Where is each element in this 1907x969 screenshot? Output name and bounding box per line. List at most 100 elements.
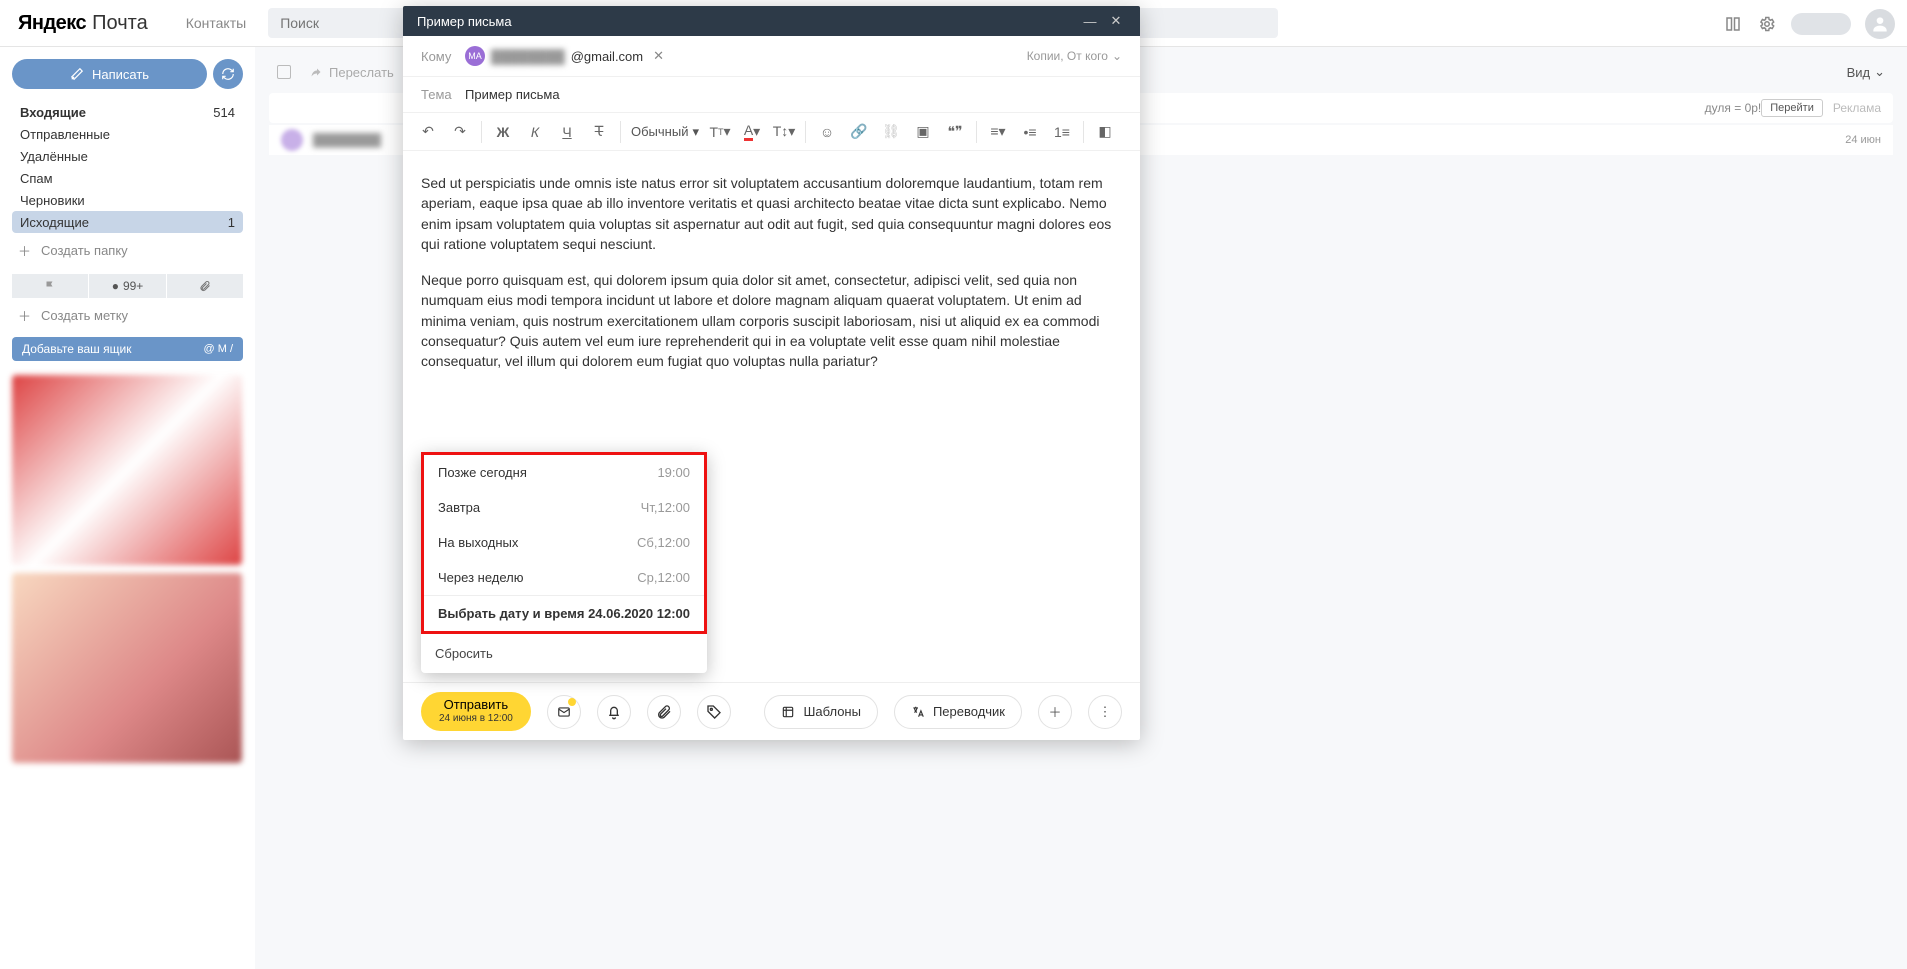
schedule-pick-datetime[interactable]: Выбрать дату и время24.06.2020 12:00 bbox=[424, 596, 704, 631]
create-label[interactable]: ＋ Создать метку bbox=[12, 298, 243, 333]
folder-outbox[interactable]: Исходящие1 bbox=[12, 211, 243, 233]
mailbox-icons: @ M / bbox=[204, 343, 234, 355]
translate-icon bbox=[911, 705, 925, 719]
promo-text: дуля = 0р! bbox=[1705, 101, 1762, 115]
compose-titlebar[interactable]: Пример письма — ✕ bbox=[403, 6, 1140, 36]
body-para-2: Neque porro quisquam est, qui dolorem ip… bbox=[421, 270, 1122, 371]
recipient-email: @gmail.com bbox=[571, 49, 643, 64]
align-button[interactable]: ≡▾ bbox=[987, 121, 1009, 143]
text-color-button[interactable]: A▾ bbox=[741, 121, 763, 143]
recipient-avatar: MA bbox=[465, 46, 485, 66]
folder-list: Входящие514 Отправленные Удалённые Спам … bbox=[12, 101, 243, 233]
schedule-reset[interactable]: Сбросить bbox=[421, 634, 707, 673]
bullet-list-button[interactable]: •≡ bbox=[1019, 121, 1041, 143]
undo-button[interactable]: ↶ bbox=[417, 121, 439, 143]
refresh-icon bbox=[221, 67, 235, 81]
mini-row: ● 99+ bbox=[12, 274, 243, 298]
cc-toggle[interactable]: Копии, От кого ⌄ bbox=[1027, 49, 1122, 63]
schedule-later-today[interactable]: Позже сегодня19:00 bbox=[424, 455, 704, 490]
body-para-1: Sed ut perspiciatis unde omnis iste natu… bbox=[421, 173, 1122, 254]
schedule-tomorrow[interactable]: ЗавтраЧт,12:00 bbox=[424, 490, 704, 525]
create-folder[interactable]: ＋ Создать папку bbox=[12, 233, 243, 268]
attach-button[interactable] bbox=[647, 695, 681, 729]
schedule-popover: Позже сегодня19:00 ЗавтраЧт,12:00 На вых… bbox=[421, 452, 707, 673]
ad-label: Реклама bbox=[1833, 101, 1881, 115]
promo-goto[interactable]: Перейти bbox=[1761, 99, 1823, 117]
compose-row: Написать bbox=[12, 59, 243, 89]
view-toggle[interactable]: Вид ⌄ bbox=[1847, 64, 1885, 80]
ad-image-1[interactable] bbox=[12, 375, 242, 565]
forward-icon bbox=[309, 66, 323, 78]
compose-footer: Отправить 24 июня в 12:00 Шаблоны Перево… bbox=[403, 682, 1140, 740]
layout-icon[interactable] bbox=[1723, 14, 1743, 34]
close-button[interactable]: ✕ bbox=[1106, 11, 1126, 31]
forward-button[interactable]: Переслать bbox=[309, 65, 394, 80]
avatar[interactable] bbox=[1865, 9, 1895, 39]
paperclip-icon bbox=[656, 704, 672, 720]
quote-button[interactable]: ❝❞ bbox=[944, 121, 966, 143]
message-date: 24 июн bbox=[1845, 134, 1881, 146]
account-pill[interactable] bbox=[1791, 13, 1851, 35]
label-button[interactable] bbox=[697, 695, 731, 729]
add-mailbox[interactable]: Добавьте ваш ящик @ M / bbox=[12, 337, 243, 361]
gear-icon[interactable] bbox=[1757, 14, 1777, 34]
font-size-button[interactable]: TT▾ bbox=[709, 121, 731, 143]
mini-unread[interactable]: ● 99+ bbox=[89, 274, 166, 298]
number-list-button[interactable]: 1≡ bbox=[1051, 121, 1073, 143]
remove-recipient[interactable]: ✕ bbox=[653, 48, 664, 64]
chevron-down-icon: ⌄ bbox=[1112, 49, 1122, 63]
header-right bbox=[1723, 0, 1895, 47]
clear-format-button[interactable]: ◧ bbox=[1094, 121, 1116, 143]
mini-attach[interactable] bbox=[167, 274, 243, 298]
link-button[interactable]: 🔗 bbox=[848, 121, 870, 143]
image-button[interactable]: ▣ bbox=[912, 121, 934, 143]
to-label: Кому bbox=[421, 49, 465, 64]
plus-icon: ＋ bbox=[18, 306, 31, 325]
select-all-checkbox[interactable] bbox=[277, 65, 291, 79]
compose-title: Пример письма bbox=[417, 14, 1074, 29]
redo-button[interactable]: ↷ bbox=[449, 121, 471, 143]
more-button[interactable]: ⋮ bbox=[1088, 695, 1122, 729]
style-select[interactable]: Обычный ▾ bbox=[631, 124, 699, 140]
refresh-button[interactable] bbox=[213, 59, 243, 89]
minimize-button[interactable]: — bbox=[1080, 11, 1100, 31]
folder-trash[interactable]: Удалённые bbox=[12, 145, 243, 167]
sidebar: Написать Входящие514 Отправленные Удалён… bbox=[0, 47, 255, 969]
ad-block bbox=[12, 375, 243, 763]
emoji-button[interactable]: ☺ bbox=[816, 121, 838, 143]
editor-toolbar: ↶ ↷ Ж К Ч Ꚍ Обычный ▾ TT▾ A▾ T↕▾ ☺ 🔗 ⛓ ▣… bbox=[403, 113, 1140, 151]
send-button[interactable]: Отправить 24 июня в 12:00 bbox=[421, 692, 531, 730]
schedule-next-week[interactable]: Через неделюСр,12:00 bbox=[424, 560, 704, 595]
strike-button[interactable]: Ꚍ bbox=[588, 121, 610, 143]
templates-button[interactable]: Шаблоны bbox=[764, 695, 878, 729]
schedule-send-button[interactable] bbox=[547, 695, 581, 729]
template-icon bbox=[781, 705, 795, 719]
bell-icon bbox=[606, 704, 622, 720]
underline-button[interactable]: Ч bbox=[556, 121, 578, 143]
line-height-button[interactable]: T↕▾ bbox=[773, 121, 795, 143]
unlink-button[interactable]: ⛓ bbox=[880, 121, 902, 143]
folder-spam[interactable]: Спам bbox=[12, 167, 243, 189]
bold-button[interactable]: Ж bbox=[492, 121, 514, 143]
mini-flag[interactable] bbox=[12, 274, 89, 298]
to-field[interactable]: Кому MA ████████ @gmail.com ✕ Копии, От … bbox=[403, 36, 1140, 77]
pencil-icon bbox=[70, 67, 84, 81]
contacts-link[interactable]: Контакты bbox=[186, 15, 246, 31]
logo[interactable]: Яндекс Почта bbox=[18, 12, 148, 35]
ad-image-2[interactable] bbox=[12, 573, 242, 763]
translator-button[interactable]: Переводчик bbox=[894, 695, 1022, 729]
reminder-button[interactable] bbox=[597, 695, 631, 729]
plus-icon: ＋ bbox=[18, 241, 31, 260]
schedule-weekend[interactable]: На выходныхСб,12:00 bbox=[424, 525, 704, 560]
logo-mail: Почта bbox=[92, 12, 148, 35]
add-tool-button[interactable]: ＋ bbox=[1038, 695, 1072, 729]
subject-field[interactable]: Тема Пример письма bbox=[403, 77, 1140, 113]
folder-sent[interactable]: Отправленные bbox=[12, 123, 243, 145]
logo-yandex: Яндекс bbox=[18, 12, 86, 35]
folder-drafts[interactable]: Черновики bbox=[12, 189, 243, 211]
recipient-chip[interactable]: MA ████████ @gmail.com ✕ bbox=[465, 46, 664, 66]
italic-button[interactable]: К bbox=[524, 121, 546, 143]
compose-label: Написать bbox=[92, 67, 149, 82]
folder-inbox[interactable]: Входящие514 bbox=[12, 101, 243, 123]
compose-button[interactable]: Написать bbox=[12, 59, 207, 89]
